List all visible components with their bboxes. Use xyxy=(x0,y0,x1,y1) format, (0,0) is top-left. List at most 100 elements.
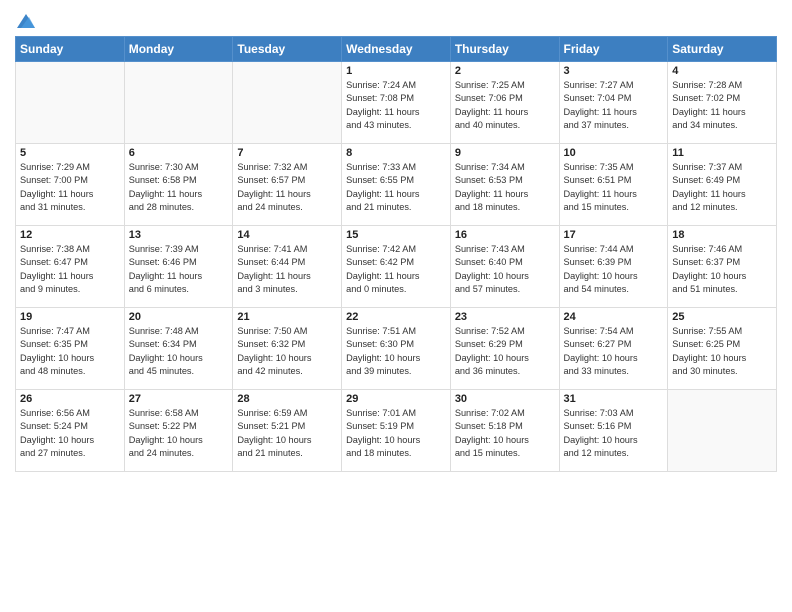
day-info: Sunrise: 7:02 AM Sunset: 5:18 PM Dayligh… xyxy=(455,407,555,460)
calendar-week-row: 5 Sunrise: 7:29 AM Sunset: 7:00 PM Daylig… xyxy=(16,144,777,226)
calendar-cell: 15 Sunrise: 7:42 AM Sunset: 6:42 PM Dayli… xyxy=(342,226,451,308)
day-info: Sunrise: 7:39 AM Sunset: 6:46 PM Dayligh… xyxy=(129,243,229,296)
day-number: 4 xyxy=(672,65,772,77)
day-info: Sunrise: 7:43 AM Sunset: 6:40 PM Dayligh… xyxy=(455,243,555,296)
calendar-cell: 12 Sunrise: 7:38 AM Sunset: 6:47 PM Dayli… xyxy=(16,226,125,308)
weekday-header: Friday xyxy=(559,37,668,62)
calendar-cell: 11Sunrise: 7:37 AM Sunset: 6:49 PM Dayli… xyxy=(668,144,777,226)
weekday-header: Sunday xyxy=(16,37,125,62)
day-info: Sunrise: 7:33 AM Sunset: 6:55 PM Dayligh… xyxy=(346,161,446,214)
day-number: 1 xyxy=(346,65,446,77)
day-number: 31 xyxy=(564,393,664,405)
day-info: Sunrise: 7:50 AM Sunset: 6:32 PM Dayligh… xyxy=(237,325,337,378)
day-number: 16 xyxy=(455,229,555,241)
day-number: 19 xyxy=(20,311,120,323)
day-number: 3 xyxy=(564,65,664,77)
day-info: Sunrise: 6:56 AM Sunset: 5:24 PM Dayligh… xyxy=(20,407,120,460)
day-info: Sunrise: 7:30 AM Sunset: 6:58 PM Dayligh… xyxy=(129,161,229,214)
calendar-cell: 16 Sunrise: 7:43 AM Sunset: 6:40 PM Dayli… xyxy=(450,226,559,308)
calendar-week-row: 26 Sunrise: 6:56 AM Sunset: 5:24 PM Dayli… xyxy=(16,390,777,472)
day-number: 20 xyxy=(129,311,229,323)
day-info: Sunrise: 7:03 AM Sunset: 5:16 PM Dayligh… xyxy=(564,407,664,460)
day-number: 22 xyxy=(346,311,446,323)
calendar-cell: 19 Sunrise: 7:47 AM Sunset: 6:35 PM Dayli… xyxy=(16,308,125,390)
day-info: Sunrise: 7:55 AM Sunset: 6:25 PM Dayligh… xyxy=(672,325,772,378)
calendar-cell: 4 Sunrise: 7:28 AM Sunset: 7:02 PM Daylig… xyxy=(668,62,777,144)
day-number: 2 xyxy=(455,65,555,77)
calendar-cell: 3 Sunrise: 7:27 AM Sunset: 7:04 PM Daylig… xyxy=(559,62,668,144)
day-number: 30 xyxy=(455,393,555,405)
weekday-header: Tuesday xyxy=(233,37,342,62)
day-info: Sunrise: 7:29 AM Sunset: 7:00 PM Dayligh… xyxy=(20,161,120,214)
calendar-cell: 26 Sunrise: 6:56 AM Sunset: 5:24 PM Dayli… xyxy=(16,390,125,472)
day-info: Sunrise: 7:34 AM Sunset: 6:53 PM Dayligh… xyxy=(455,161,555,214)
day-number: 14 xyxy=(237,229,337,241)
day-info: Sunrise: 7:51 AM Sunset: 6:30 PM Dayligh… xyxy=(346,325,446,378)
calendar-cell: 5 Sunrise: 7:29 AM Sunset: 7:00 PM Daylig… xyxy=(16,144,125,226)
page: SundayMondayTuesdayWednesdayThursdayFrid… xyxy=(0,0,792,612)
day-number: 6 xyxy=(129,147,229,159)
day-info: Sunrise: 7:28 AM Sunset: 7:02 PM Dayligh… xyxy=(672,79,772,132)
day-info: Sunrise: 6:59 AM Sunset: 5:21 PM Dayligh… xyxy=(237,407,337,460)
calendar-cell: 1Sunrise: 7:24 AM Sunset: 7:08 PM Daylig… xyxy=(342,62,451,144)
calendar-cell xyxy=(16,62,125,144)
day-info: Sunrise: 7:27 AM Sunset: 7:04 PM Dayligh… xyxy=(564,79,664,132)
calendar-cell: 2 Sunrise: 7:25 AM Sunset: 7:06 PM Daylig… xyxy=(450,62,559,144)
logo xyxy=(15,10,37,28)
calendar-cell: 20 Sunrise: 7:48 AM Sunset: 6:34 PM Dayli… xyxy=(124,308,233,390)
calendar-cell: 25 Sunrise: 7:55 AM Sunset: 6:25 PM Dayli… xyxy=(668,308,777,390)
logo-icon xyxy=(15,10,37,32)
calendar-cell: 17Sunrise: 7:44 AM Sunset: 6:39 PM Dayli… xyxy=(559,226,668,308)
day-number: 23 xyxy=(455,311,555,323)
calendar-week-row: 19 Sunrise: 7:47 AM Sunset: 6:35 PM Dayli… xyxy=(16,308,777,390)
calendar-cell: 28 Sunrise: 6:59 AM Sunset: 5:21 PM Dayli… xyxy=(233,390,342,472)
weekday-header: Thursday xyxy=(450,37,559,62)
weekday-header: Saturday xyxy=(668,37,777,62)
calendar-cell: 8 Sunrise: 7:33 AM Sunset: 6:55 PM Daylig… xyxy=(342,144,451,226)
calendar-header-row: SundayMondayTuesdayWednesdayThursdayFrid… xyxy=(16,37,777,62)
calendar-cell: 14 Sunrise: 7:41 AM Sunset: 6:44 PM Dayli… xyxy=(233,226,342,308)
day-number: 10 xyxy=(564,147,664,159)
day-number: 17 xyxy=(564,229,664,241)
day-info: Sunrise: 7:41 AM Sunset: 6:44 PM Dayligh… xyxy=(237,243,337,296)
calendar-cell xyxy=(233,62,342,144)
calendar-week-row: 1Sunrise: 7:24 AM Sunset: 7:08 PM Daylig… xyxy=(16,62,777,144)
weekday-header: Wednesday xyxy=(342,37,451,62)
day-info: Sunrise: 7:38 AM Sunset: 6:47 PM Dayligh… xyxy=(20,243,120,296)
day-info: Sunrise: 7:54 AM Sunset: 6:27 PM Dayligh… xyxy=(564,325,664,378)
day-number: 5 xyxy=(20,147,120,159)
day-info: Sunrise: 7:52 AM Sunset: 6:29 PM Dayligh… xyxy=(455,325,555,378)
calendar-cell: 29Sunrise: 7:01 AM Sunset: 5:19 PM Dayli… xyxy=(342,390,451,472)
day-number: 7 xyxy=(237,147,337,159)
day-info: Sunrise: 7:46 AM Sunset: 6:37 PM Dayligh… xyxy=(672,243,772,296)
calendar-cell: 18Sunrise: 7:46 AM Sunset: 6:37 PM Dayli… xyxy=(668,226,777,308)
day-number: 8 xyxy=(346,147,446,159)
day-number: 24 xyxy=(564,311,664,323)
day-info: Sunrise: 7:42 AM Sunset: 6:42 PM Dayligh… xyxy=(346,243,446,296)
day-info: Sunrise: 7:47 AM Sunset: 6:35 PM Dayligh… xyxy=(20,325,120,378)
day-number: 12 xyxy=(20,229,120,241)
day-number: 21 xyxy=(237,311,337,323)
calendar-cell xyxy=(124,62,233,144)
day-info: Sunrise: 7:48 AM Sunset: 6:34 PM Dayligh… xyxy=(129,325,229,378)
calendar-cell: 31 Sunrise: 7:03 AM Sunset: 5:16 PM Dayli… xyxy=(559,390,668,472)
day-info: Sunrise: 7:35 AM Sunset: 6:51 PM Dayligh… xyxy=(564,161,664,214)
day-number: 25 xyxy=(672,311,772,323)
day-info: Sunrise: 7:01 AM Sunset: 5:19 PM Dayligh… xyxy=(346,407,446,460)
header xyxy=(15,10,777,28)
day-number: 11 xyxy=(672,147,772,159)
day-number: 13 xyxy=(129,229,229,241)
day-info: Sunrise: 7:25 AM Sunset: 7:06 PM Dayligh… xyxy=(455,79,555,132)
day-number: 15 xyxy=(346,229,446,241)
day-number: 9 xyxy=(455,147,555,159)
calendar-cell: 9 Sunrise: 7:34 AM Sunset: 6:53 PM Daylig… xyxy=(450,144,559,226)
calendar-table: SundayMondayTuesdayWednesdayThursdayFrid… xyxy=(15,36,777,472)
calendar-cell xyxy=(668,390,777,472)
weekday-header: Monday xyxy=(124,37,233,62)
calendar-week-row: 12 Sunrise: 7:38 AM Sunset: 6:47 PM Dayli… xyxy=(16,226,777,308)
day-number: 26 xyxy=(20,393,120,405)
calendar-cell: 22 Sunrise: 7:51 AM Sunset: 6:30 PM Dayli… xyxy=(342,308,451,390)
calendar-cell: 10 Sunrise: 7:35 AM Sunset: 6:51 PM Dayli… xyxy=(559,144,668,226)
day-number: 28 xyxy=(237,393,337,405)
calendar-cell: 6 Sunrise: 7:30 AM Sunset: 6:58 PM Daylig… xyxy=(124,144,233,226)
